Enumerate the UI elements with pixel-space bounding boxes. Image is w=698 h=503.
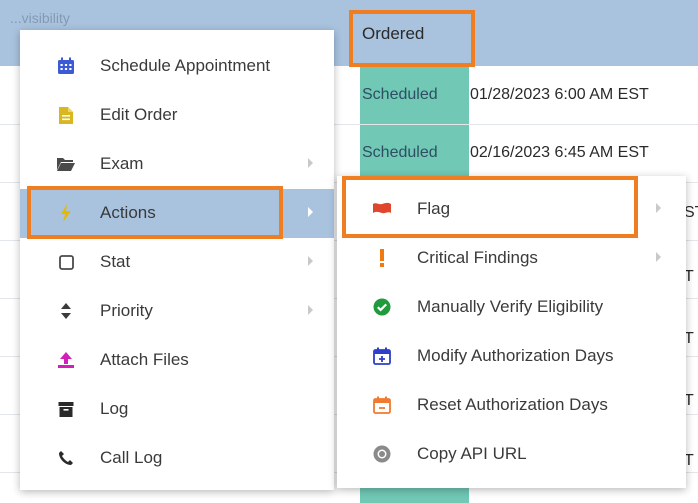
row-date-peek: ST (684, 204, 698, 221)
submenu-item-label: Flag (417, 199, 451, 218)
chevron-right-icon (308, 158, 313, 168)
menu-item-label: Priority (100, 301, 153, 320)
menu-item-label: Call Log (100, 448, 163, 467)
column-header-status[interactable]: Ordered (352, 13, 472, 65)
row-status: Scheduled (362, 144, 438, 161)
menu-item-stat[interactable]: Stat (20, 238, 334, 287)
menu-item-label: Schedule Appointment (100, 56, 271, 75)
check-circle-icon (371, 297, 393, 317)
chevron-right-icon (308, 305, 313, 315)
calendar-minus-icon (371, 395, 393, 415)
chevron-right-icon (656, 203, 661, 213)
chevron-right-icon (308, 207, 313, 217)
chevron-right-icon (308, 256, 313, 266)
submenu-item-label: Manually Verify Eligibility (417, 297, 604, 316)
submenu-item-flag[interactable]: Flag (337, 185, 686, 234)
menu-item-edit-order[interactable]: Edit Order (20, 91, 334, 140)
menu-item-actions[interactable]: Actions (20, 189, 334, 238)
phone-icon (56, 448, 76, 468)
submenu-item-label: Copy API URL (417, 444, 527, 463)
chrome-icon (371, 444, 393, 464)
menu-item-schedule-appointment[interactable]: Schedule Appointment (20, 42, 334, 91)
menu-item-priority[interactable]: Priority (20, 287, 334, 336)
menu-item-exam[interactable]: Exam (20, 140, 334, 189)
row-date: 02/16/2023 6:45 AM EST (470, 144, 649, 161)
row-date-peek: T (684, 452, 694, 469)
folder-icon (56, 154, 76, 174)
menu-item-label: Log (100, 399, 129, 418)
submenu-item-modify-authorization-days[interactable]: Modify Authorization Days (337, 332, 686, 381)
exclamation-icon (371, 248, 393, 268)
row-date-peek: T (684, 392, 694, 409)
submenu-item-manually-verify-eligibility[interactable]: Manually Verify Eligibility (337, 283, 686, 332)
document-icon (56, 105, 76, 125)
chevron-right-icon (656, 252, 661, 262)
submenu-item-copy-api-url[interactable]: Copy API URL (337, 430, 686, 479)
row-date-peek: T (684, 330, 694, 347)
submenu-item-label: Reset Authorization Days (417, 395, 608, 414)
submenu-item-label: Modify Authorization Days (417, 346, 614, 365)
menu-item-log[interactable]: Log (20, 385, 334, 434)
column-header-status-label: Ordered (362, 24, 425, 43)
menu-item-call-log[interactable]: Call Log (20, 434, 334, 483)
row-date-peek: T (684, 268, 694, 285)
menu-item-label: Exam (100, 154, 144, 173)
checkbox-icon (56, 252, 76, 272)
calendar-icon (56, 56, 76, 76)
actions-submenu: Flag Critical Findings Manually Verify E… (337, 176, 686, 488)
table-row[interactable]: Scheduled 01/28/2023 6:00 AM EST (335, 68, 698, 126)
calendar-plus-icon (371, 346, 393, 366)
sort-icon (56, 301, 76, 321)
context-menu: Schedule Appointment Edit Order Exam Act… (20, 30, 334, 490)
submenu-item-reset-authorization-days[interactable]: Reset Authorization Days (337, 381, 686, 430)
menu-item-label: Edit Order (100, 105, 178, 124)
submenu-item-critical-findings[interactable]: Critical Findings (337, 234, 686, 283)
flag-icon (371, 199, 393, 219)
upload-icon (56, 350, 76, 370)
column-header-partial: ...visibility (10, 10, 70, 26)
submenu-item-label: Critical Findings (417, 248, 538, 267)
lightning-icon (56, 203, 76, 223)
menu-item-label: Stat (100, 252, 131, 271)
menu-item-attach-files[interactable]: Attach Files (20, 336, 334, 385)
archive-icon (56, 399, 76, 419)
row-status: Scheduled (362, 86, 438, 103)
row-date: 01/28/2023 6:00 AM EST (470, 86, 649, 103)
menu-item-label: Actions (100, 203, 156, 222)
menu-item-label: Attach Files (100, 350, 189, 369)
